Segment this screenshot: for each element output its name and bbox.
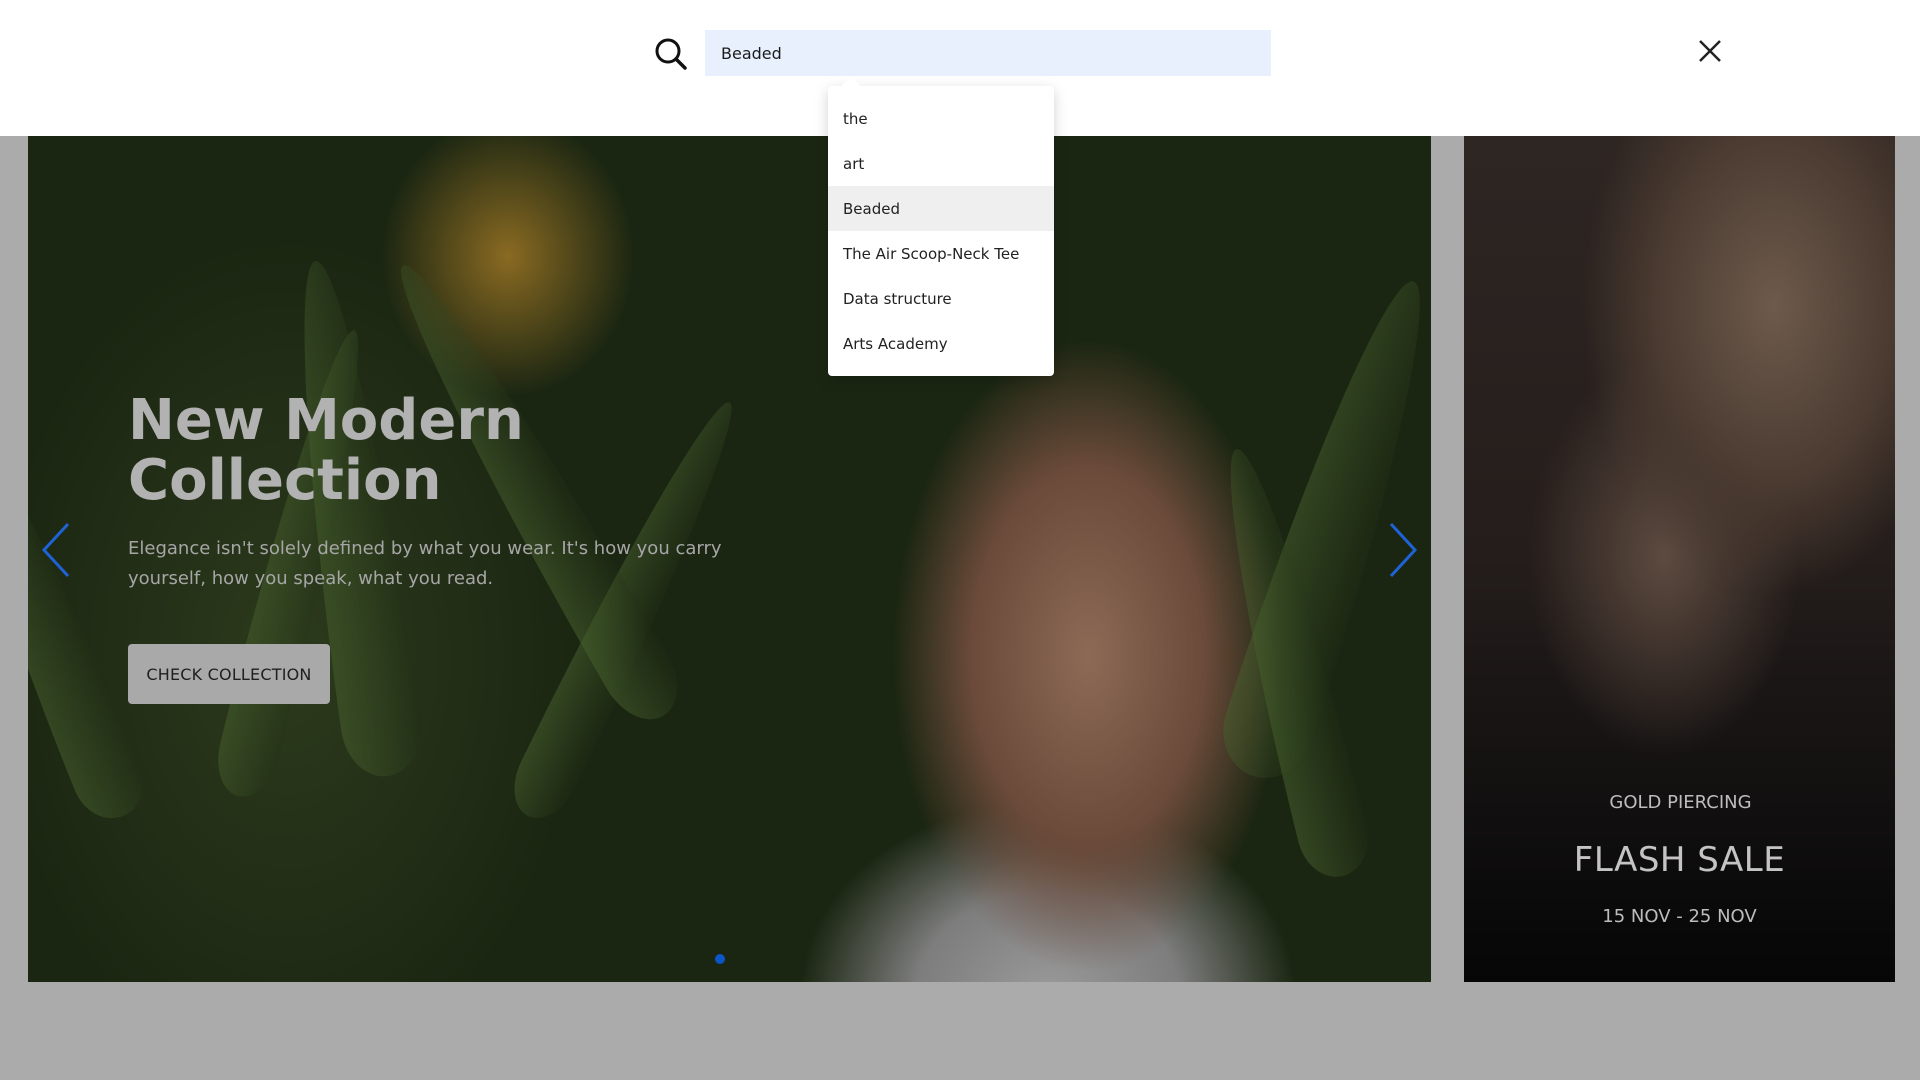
search-input[interactable]: [705, 30, 1271, 76]
banner-title: FLASH SALE: [1573, 840, 1786, 880]
search-suggestions-dropdown: the art Beaded The Air Scoop-Neck Tee Da…: [828, 86, 1054, 376]
hero-title: New Modern Collection: [128, 391, 688, 511]
chevron-right-icon: [1389, 522, 1418, 578]
hero-title-line-2: Collection: [128, 448, 442, 513]
suggestion-item[interactable]: Arts Academy: [828, 321, 1054, 366]
chevron-left-icon: [41, 522, 70, 578]
flash-sale-banner[interactable]: GOLD PIERCING FLASH SALE 15 NOV - 25 NOV: [1464, 136, 1895, 982]
suggestion-item-highlighted[interactable]: Beaded: [828, 186, 1054, 231]
banner-dates: 15 NOV - 25 NOV: [1602, 906, 1757, 927]
banner-eyebrow: GOLD PIERCING: [1609, 792, 1752, 813]
hero-title-line-1: New Modern: [128, 388, 524, 453]
close-icon[interactable]: [1697, 38, 1723, 64]
suggestion-item[interactable]: the: [828, 96, 1054, 141]
check-collection-button[interactable]: CHECK COLLECTION: [128, 644, 330, 704]
search-icon[interactable]: [654, 37, 688, 71]
slider-prev-arrow[interactable]: [38, 520, 78, 580]
hero-description: Elegance isn't solely defined by what yo…: [128, 538, 722, 589]
suggestion-item[interactable]: art: [828, 141, 1054, 186]
slider-next-arrow[interactable]: [1381, 520, 1421, 580]
suggestion-item[interactable]: The Air Scoop-Neck Tee: [828, 231, 1054, 276]
hero-slider: New Modern Collection Elegance isn't sole…: [28, 136, 1431, 982]
slider-dot-active[interactable]: [715, 954, 725, 964]
suggestion-item[interactable]: Data structure: [828, 276, 1054, 321]
